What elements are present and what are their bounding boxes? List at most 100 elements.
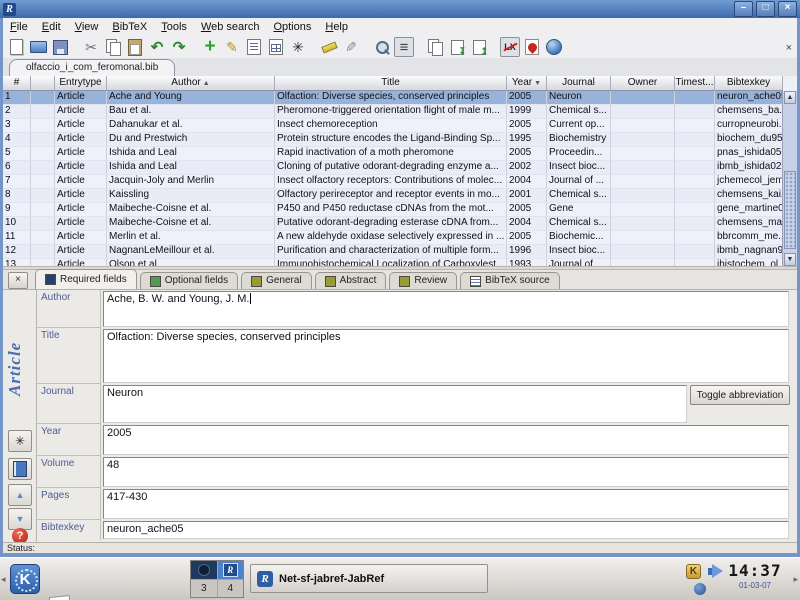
table-cell[interactable]: Protein structure encodes the Ligand-Bin…	[275, 133, 507, 146]
table-cell[interactable]: 1999	[507, 105, 547, 118]
table-cell[interactable]: Article	[55, 91, 107, 104]
table-cell[interactable]	[675, 105, 715, 118]
new-doc-button[interactable]	[6, 37, 26, 57]
table-cell[interactable]	[31, 203, 55, 216]
menu-edit[interactable]: Edit	[35, 21, 68, 33]
web-button[interactable]	[544, 37, 564, 57]
table-cell[interactable]: Olfaction: Diverse species, conserved pr…	[275, 91, 507, 104]
pager-desktop-2[interactable]: R	[218, 561, 244, 579]
menu-view[interactable]: View	[68, 21, 106, 33]
table-cell[interactable]: Article	[55, 175, 107, 188]
table-cell[interactable]: Immunohistochemical Localization of Carb…	[275, 259, 507, 266]
table-cell[interactable]: Article	[55, 119, 107, 132]
table-cell[interactable]	[31, 147, 55, 160]
table-cell[interactable]: Journal of ...	[547, 259, 611, 266]
table-cell[interactable]: Ishida and Leal	[107, 161, 275, 174]
database-tab[interactable]: olfaccio_i_com_feromonal.bib	[9, 59, 175, 76]
table-cell[interactable]: 11	[3, 231, 31, 244]
table-cell[interactable]: 7	[3, 175, 31, 188]
scroll-down-icon[interactable]: ▼	[784, 253, 796, 266]
table-cell[interactable]: Gene	[547, 203, 611, 216]
pen-unmark-button[interactable]: ✎	[341, 37, 361, 57]
redo-button[interactable]: ↷	[169, 37, 189, 57]
table-cell[interactable]: Merlin et al.	[107, 231, 275, 244]
table-cell[interactable]: Purification and characterization of mul…	[275, 245, 507, 258]
table-cell[interactable]: Cloning of putative odorant-degrading en…	[275, 161, 507, 174]
table-cell[interactable]	[31, 259, 55, 266]
column-header-#[interactable]: #	[3, 76, 31, 91]
export-button[interactable]	[469, 37, 489, 57]
column-header-owner[interactable]: Owner	[611, 76, 675, 91]
menu-options[interactable]: Options	[266, 21, 318, 33]
column-header-bibtexkey[interactable]: Bibtexkey	[715, 76, 783, 91]
table-cell[interactable]	[611, 175, 675, 188]
text-doc-button[interactable]	[244, 37, 264, 57]
table-cell[interactable]	[31, 217, 55, 230]
table-cell[interactable]: 6	[3, 161, 31, 174]
open-folder-button[interactable]	[28, 37, 48, 57]
table-cell[interactable]: ibmb_nagnan96	[715, 245, 783, 258]
pager-desktop-3[interactable]: 3	[191, 580, 217, 598]
year-input[interactable]: 2005	[103, 425, 789, 455]
table-cell[interactable]: ibmb_ishida02	[715, 161, 783, 174]
table-cell[interactable]: A new aldehyde oxidase selectively expre…	[275, 231, 507, 244]
table-cell[interactable]: 2001	[507, 189, 547, 202]
table-cell[interactable]: Article	[55, 105, 107, 118]
table-cell[interactable]: 1996	[507, 245, 547, 258]
table-cell[interactable]: Journal of ...	[547, 175, 611, 188]
table-cell[interactable]: Bau et al.	[107, 105, 275, 118]
panel-hide-right-icon[interactable]: ▸	[793, 574, 798, 585]
table-cell[interactable]: pnas_ishida05	[715, 147, 783, 160]
toolbar-close-icon[interactable]: ×	[786, 43, 792, 54]
menu-help[interactable]: Help	[318, 21, 355, 33]
generate-key-button[interactable]: ✳	[8, 430, 32, 452]
table-cell[interactable]: 2002	[507, 161, 547, 174]
column-header-timest[interactable]: Timest...	[675, 76, 715, 91]
table-cell[interactable]: Article	[55, 161, 107, 174]
pages-input[interactable]: 417-430	[103, 489, 789, 519]
table-cell[interactable]	[611, 259, 675, 266]
table-cell[interactable]: 2004	[507, 175, 547, 188]
table-cell[interactable]: jchemecol_jemm...	[715, 175, 783, 188]
scroll-up-icon[interactable]: ▲	[784, 91, 796, 104]
editor-tab-required-fields[interactable]: Required fields	[35, 269, 137, 289]
table-cell[interactable]: 5	[3, 147, 31, 160]
table-cell[interactable]: 13	[3, 259, 31, 266]
toggle-abbreviation-button[interactable]: Toggle abbreviation	[690, 385, 790, 405]
table-cell[interactable]: 4	[3, 133, 31, 146]
column-header-icon[interactable]	[31, 76, 55, 91]
table-cell[interactable]	[611, 91, 675, 104]
column-header-year[interactable]: Year▼	[507, 76, 547, 91]
table-cell[interactable]: 1	[3, 91, 31, 104]
close-button[interactable]: ×	[778, 1, 797, 17]
copy-button[interactable]	[103, 37, 123, 57]
table-row[interactable]: 4ArticleDu and PrestwichProtein structur…	[3, 133, 783, 147]
table-cell[interactable]	[31, 175, 55, 188]
table-cell[interactable]: Olfactory perireceptor and receptor even…	[275, 189, 507, 202]
table-cell[interactable]	[675, 189, 715, 202]
search-button[interactable]	[372, 37, 392, 57]
table-cell[interactable]: Olson et al.	[107, 259, 275, 266]
column-header-author[interactable]: Author▲	[107, 76, 275, 91]
table-cell[interactable]: bbrcomm_me...	[715, 231, 783, 244]
table-cell[interactable]	[31, 105, 55, 118]
table-cell[interactable]: P450 and P450 reductase cDNAs from the m…	[275, 203, 507, 216]
table-cell[interactable]: chemsens_ba...	[715, 105, 783, 118]
table-cell[interactable]	[675, 147, 715, 160]
tray-network-icon[interactable]	[694, 583, 706, 595]
table-cell[interactable]: chemsens_kai...	[715, 189, 783, 202]
table-cell[interactable]: Chemical s...	[547, 217, 611, 230]
column-header-title[interactable]: Title	[275, 76, 507, 91]
table-cell[interactable]	[611, 231, 675, 244]
table-cell[interactable]: Rapid inactivation of a moth pheromone	[275, 147, 507, 160]
table-cell[interactable]: 2	[3, 105, 31, 118]
table-cell[interactable]	[675, 119, 715, 132]
tray-volume-icon[interactable]	[707, 563, 725, 579]
table-cell[interactable]: Current op...	[547, 119, 611, 132]
table-row[interactable]: 3ArticleDahanukar et al.Insect chemorece…	[3, 119, 783, 133]
table-cell[interactable]: Article	[55, 231, 107, 244]
table-scrollbar[interactable]: ▲ ▼	[782, 91, 797, 266]
menu-file[interactable]: File	[3, 21, 35, 33]
table-row[interactable]: 10ArticleMaibeche-Coisne et al.Putative …	[3, 217, 783, 231]
table-cell[interactable]	[675, 203, 715, 216]
